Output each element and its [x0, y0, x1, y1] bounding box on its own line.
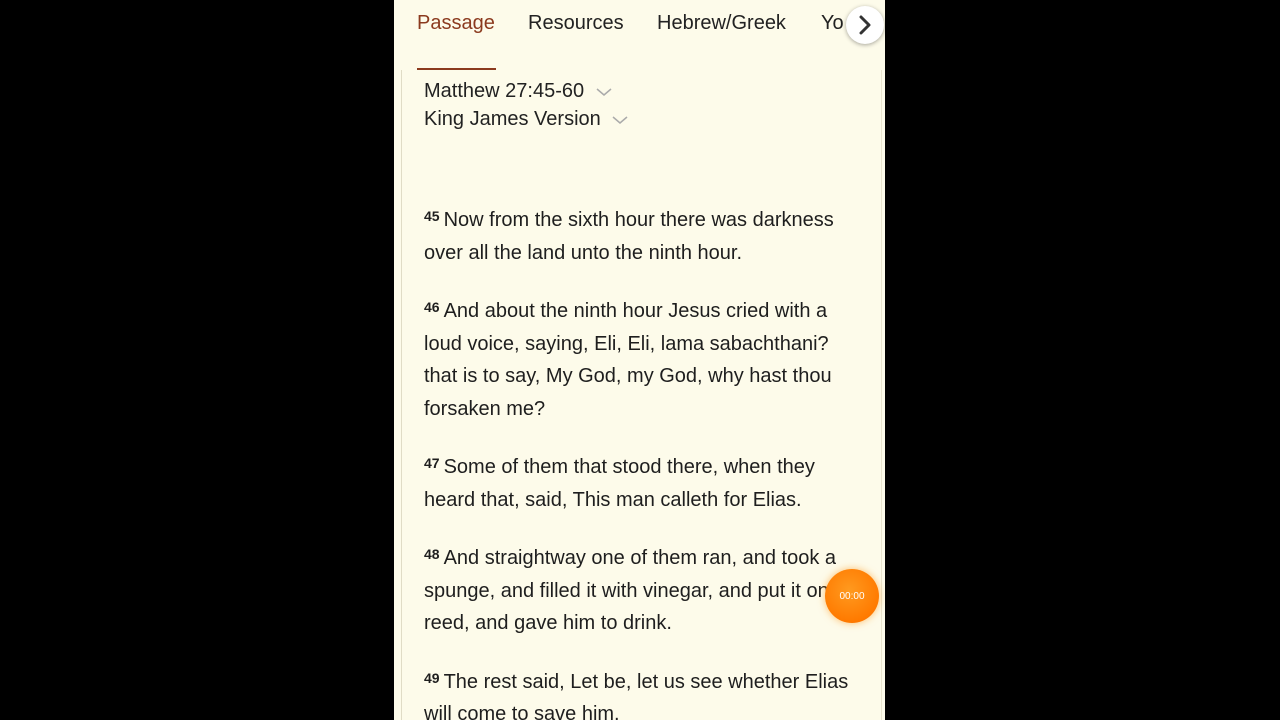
version-selector[interactable]: King James Version — [424, 108, 628, 131]
verse-45: 45 Now from the sixth hour there was dark… — [424, 200, 860, 269]
verse-text: The rest said, Let be, let us see whethe… — [424, 670, 849, 720]
audio-timer: 00:00 — [839, 590, 865, 602]
right-divider — [881, 70, 882, 720]
tab-bar: Passage Resources Hebrew/Greek Yo — [394, 0, 885, 70]
verse-number[interactable]: 49 — [424, 670, 440, 686]
verse-47: 47 Some of them that stood there, when th… — [424, 447, 860, 516]
verse-number[interactable]: 46 — [424, 299, 440, 315]
tab-passage[interactable]: Passage — [417, 12, 495, 35]
verse-text: And about the ninth hour Jesus cried wit… — [424, 300, 832, 420]
verse-text: And straightway one of them ran, and too… — [424, 547, 846, 634]
verse-49: 49 The rest said, Let be, let us see whet… — [424, 662, 860, 720]
active-tab-indicator — [417, 68, 496, 70]
verse-text: Some of them that stood there, when they… — [424, 456, 815, 511]
verse-48: 48 And straightway one of them ran, and t… — [424, 538, 860, 640]
audio-play-button[interactable]: 00:00 — [825, 569, 879, 623]
verse-number[interactable]: 45 — [424, 208, 440, 224]
bible-version: King James Version — [424, 108, 601, 130]
chevron-down-icon — [596, 88, 612, 96]
app-screen: Passage Resources Hebrew/Greek Yo Matthe… — [394, 0, 885, 720]
tab-resources[interactable]: Resources — [528, 12, 624, 35]
passage-selector[interactable]: Matthew 27:45-60 — [424, 80, 612, 103]
chevron-down-icon — [612, 116, 628, 124]
chevron-right-icon — [859, 15, 871, 35]
tab-scroll-next-button[interactable] — [846, 6, 884, 44]
tab-hebrew-greek[interactable]: Hebrew/Greek — [657, 12, 786, 35]
verse-number[interactable]: 47 — [424, 455, 440, 471]
verse-text: Now from the sixth hour there was darkne… — [424, 209, 834, 264]
passage-reference: Matthew 27:45-60 — [424, 80, 585, 102]
verse-number[interactable]: 48 — [424, 546, 440, 562]
passage-text: 45 Now from the sixth hour there was dark… — [424, 200, 860, 720]
verse-46: 46 And about the ninth hour Jesus cried w… — [424, 291, 860, 425]
left-divider — [401, 70, 402, 720]
tab-yo[interactable]: Yo — [821, 12, 844, 35]
